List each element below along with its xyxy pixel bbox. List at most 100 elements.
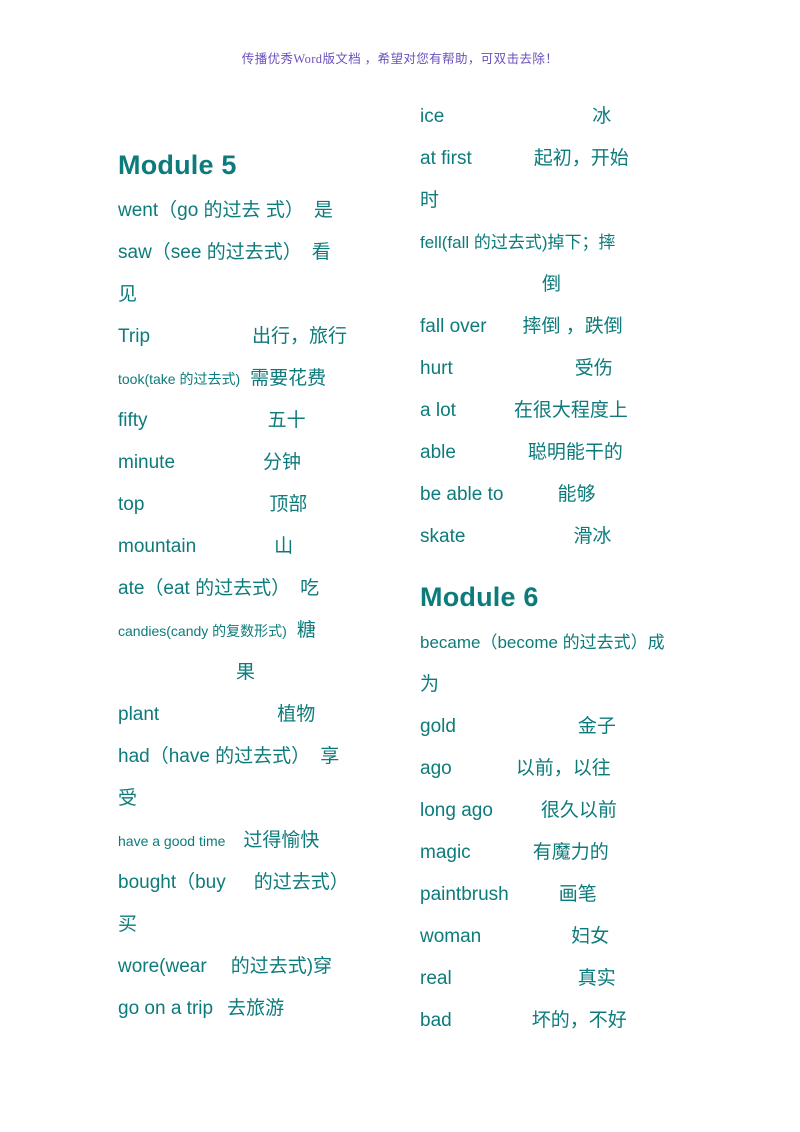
vocab-row: real 真实 (420, 958, 782, 1000)
vocab-definition: 分钟 (263, 452, 302, 473)
vocab-definition: 去旅游 (227, 998, 285, 1019)
vocab-row-main-line: able 聪明能干的 (420, 432, 782, 474)
vocab-row-main-line: a lot 在很大程度上 (420, 390, 782, 432)
module-5-vocab-list: went（go 的过去 式） 是 saw（see 的过去式） 看见 Trip 出行，旅… (118, 190, 386, 1030)
vocab-row: minute 分钟 (118, 442, 386, 484)
vocab-row-main-line: real 真实 (420, 958, 782, 1000)
vocab-definition: 的过去式） (253, 872, 349, 893)
vocab-row: hurt 受伤 (420, 348, 782, 390)
vocab-wrapped-line: 见 (118, 284, 138, 305)
vocab-wrapped-line: 果 (236, 662, 256, 683)
vocab-term: ate（eat 的过去式） (118, 578, 291, 599)
vocab-row-main-line: wore(wear 的过去式)穿 (118, 946, 386, 988)
vocab-row-main-line: long ago 很久以前 (420, 790, 782, 832)
vocab-term: able (420, 442, 456, 463)
vocab-term: be able to (420, 484, 504, 505)
vocab-row: able 聪明能干的 (420, 432, 782, 474)
vocab-row-main-line: bad 坏的，不好 (420, 1000, 782, 1042)
vocab-definition: 很久以前 (540, 800, 617, 821)
vocab-term: ice (420, 106, 445, 127)
vocab-term: wore(wear (118, 956, 207, 977)
vocab-term: paintbrush (420, 884, 509, 905)
module-5-heading: Module 5 (118, 150, 237, 180)
vocab-definition: 糖 (296, 620, 316, 641)
promo-watermark-text: 传播优秀Word版文档 ，希望对您有帮助，可双击去除！ (241, 52, 559, 66)
vocab-row: Trip 出行，旅行 (118, 316, 386, 358)
vocab-term: mountain (118, 536, 197, 557)
vocab-term: became（become 的过去式）成 (420, 633, 665, 652)
vocab-term: minute (118, 452, 176, 473)
vocab-row-main-line: saw（see 的过去式） 看 (118, 232, 386, 274)
vocab-wrapped-line: 时 (420, 190, 440, 211)
vocab-row: a lot 在很大程度上 (420, 390, 782, 432)
vocab-definition: 享 (320, 746, 340, 767)
vocab-row-main-line: fell(fall 的过去式)掉下；摔 (420, 222, 782, 264)
vocab-row: wore(wear 的过去式)穿 (118, 946, 386, 988)
vocab-term: took(take 的过去式) (118, 371, 241, 387)
vocab-definition: 画笔 (558, 884, 597, 905)
two-column-body: Module 5 went（go 的过去 式） 是 saw（see 的过去式） 看… (0, 96, 800, 1042)
vocab-row-main-line: fifty 五十 (118, 400, 386, 442)
left-column: Module 5 went（go 的过去 式） 是 saw（see 的过去式） 看… (0, 96, 400, 1030)
vocab-definition: 在很大程度上 (513, 400, 628, 421)
vocab-definition: 需要花费 (250, 368, 327, 389)
vocab-row-main-line: magic 有魔力的 (420, 832, 782, 874)
vocab-term: had（have 的过去式） (118, 746, 311, 767)
vocab-row: went（go 的过去 式） 是 (118, 190, 386, 232)
module-5-vocab-list-continued: ice 冰 at first 起初，开始时 fell(fall 的过去式)掉下；摔倒 fa… (420, 96, 782, 558)
vocab-row-main-line: top 顶部 (118, 484, 386, 526)
vocab-definition: 真实 (577, 968, 616, 989)
vocab-term: real (420, 968, 452, 989)
vocab-row: bad 坏的，不好 (420, 1000, 782, 1042)
vocab-row-main-line: be able to 能够 (420, 474, 782, 516)
vocab-row-main-line: ago 以前，以往 (420, 748, 782, 790)
vocab-row: candies(candy 的复数形式) 糖果 (118, 610, 386, 694)
vocab-definition: 妇女 (571, 926, 610, 947)
vocab-term: plant (118, 704, 160, 725)
vocab-row-main-line: bought（buy 的过去式） (118, 862, 386, 904)
vocab-row: saw（see 的过去式） 看见 (118, 232, 386, 316)
vocab-term: at first (420, 148, 472, 169)
vocab-definition: 摔倒 ，跌倒 (522, 316, 623, 337)
vocab-row: ate（eat 的过去式） 吃 (118, 568, 386, 610)
vocab-term: hurt (420, 358, 453, 379)
vocab-wrapped-line: 受 (118, 788, 138, 809)
vocab-row-main-line: mountain 山 (118, 526, 386, 568)
vocab-term: a lot (420, 400, 456, 421)
vocab-definition: 滑冰 (573, 526, 612, 547)
vocab-wrapped-line: 买 (118, 914, 138, 935)
vocab-definition: 坏的，不好 (531, 1010, 627, 1031)
vocab-row: paintbrush 画笔 (420, 874, 782, 916)
right-column: ice 冰 at first 起初，开始时 fell(fall 的过去式)掉下；摔倒 fa… (400, 96, 800, 1042)
vocab-term: skate (420, 526, 466, 547)
vocab-row: be able to 能够 (420, 474, 782, 516)
vocab-row: go on a trip 去旅游 (118, 988, 386, 1030)
vocab-row-main-line: hurt 受伤 (420, 348, 782, 390)
vocab-term: fifty (118, 410, 148, 431)
vocab-wrapped-line: 倒 (542, 274, 562, 295)
vocab-row-main-line: gold 金子 (420, 706, 782, 748)
vocab-term: have a good time (118, 833, 226, 849)
vocab-term: Trip (118, 326, 151, 347)
vocab-definition: 吃 (300, 578, 320, 599)
vocab-row: ice 冰 (420, 96, 782, 138)
vocab-row-main-line: ate（eat 的过去式） 吃 (118, 568, 386, 610)
vocab-term: woman (420, 926, 482, 947)
vocab-term: go on a trip (118, 998, 214, 1019)
vocab-row: plant 植物 (118, 694, 386, 736)
vocab-row-main-line: go on a trip 去旅游 (118, 988, 386, 1030)
document-page: 传播优秀Word版文档 ，希望对您有帮助，可双击去除！ Module 5 wen… (0, 0, 800, 1132)
vocab-definition: 的过去式)穿 (230, 956, 333, 977)
vocab-term: fell(fall 的过去式)掉下；摔 (420, 233, 616, 252)
vocab-definition: 是 (313, 200, 333, 221)
vocab-definition: 看 (311, 242, 331, 263)
vocab-row-main-line: ice 冰 (420, 96, 782, 138)
vocab-row-main-line: woman 妇女 (420, 916, 782, 958)
vocab-definition: 受伤 (574, 358, 613, 379)
vocab-row: ago 以前，以往 (420, 748, 782, 790)
vocab-row: fell(fall 的过去式)掉下；摔倒 (420, 222, 782, 306)
vocab-term: bad (420, 1010, 452, 1031)
vocab-row: woman 妇女 (420, 916, 782, 958)
vocab-definition: 山 (274, 536, 294, 557)
vocab-definition: 顶部 (269, 494, 308, 515)
